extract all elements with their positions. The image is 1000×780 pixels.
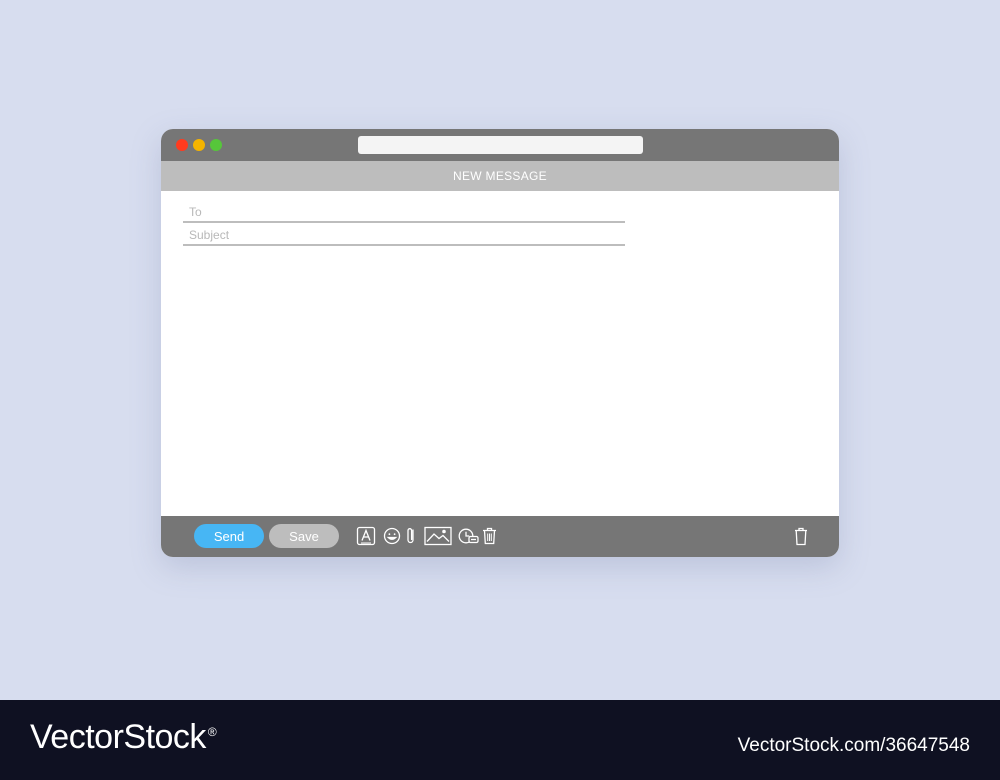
send-button[interactable]: Send [194, 524, 264, 548]
attachment-icon[interactable] [406, 524, 416, 548]
format-text-icon[interactable] [356, 524, 376, 548]
registered-mark: ® [207, 724, 217, 739]
minimize-window-button[interactable] [193, 139, 205, 151]
emoji-icon[interactable] [383, 524, 401, 548]
brand-name: VectorStock [30, 718, 206, 756]
message-body-input[interactable] [183, 253, 817, 511]
image-icon[interactable] [424, 524, 452, 548]
header-title: NEW MESSAGE [453, 169, 547, 183]
trash-icon[interactable] [794, 524, 808, 548]
address-bar[interactable] [358, 136, 643, 154]
bottom-toolbar: Send Save [161, 516, 839, 557]
save-button[interactable]: Save [269, 524, 339, 548]
subject-input[interactable] [189, 228, 625, 242]
watermark-footer: VectorStock ® VectorStock.com/36647548 [0, 700, 1000, 780]
to-field [183, 201, 625, 223]
subject-field [183, 224, 625, 246]
delete-icon[interactable] [482, 524, 497, 548]
stock-id-text: VectorStock.com/36647548 [737, 735, 970, 756]
header-bar: NEW MESSAGE [161, 161, 839, 191]
close-window-button[interactable] [176, 139, 188, 151]
maximize-window-button[interactable] [210, 139, 222, 151]
schedule-icon[interactable] [458, 524, 480, 548]
compose-window: NEW MESSAGE Send Save [161, 129, 839, 557]
vectorstock-logo: VectorStock ® [30, 718, 217, 757]
to-input[interactable] [189, 205, 625, 219]
title-bar [161, 129, 839, 161]
